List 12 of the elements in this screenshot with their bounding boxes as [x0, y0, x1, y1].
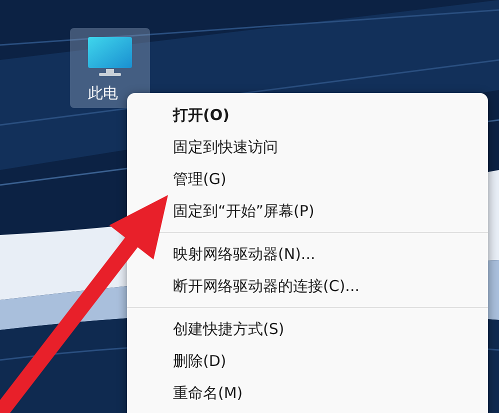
monitor-icon: [87, 36, 133, 78]
desktop-shortcut[interactable]: 此电: [70, 28, 150, 108]
menu-item[interactable]: 重命名(M): [173, 377, 243, 409]
menu-item[interactable]: 断开网络驱动器的连接(C)...: [173, 270, 360, 302]
menu-item[interactable]: 管理(G): [173, 163, 226, 195]
shortcut-label: 此电: [88, 84, 118, 103]
menu-item[interactable]: 固定到“开始”屏幕(P): [173, 195, 314, 227]
menu-item[interactable]: 映射网络驱动器(N)...: [173, 238, 316, 270]
menu-item[interactable]: 创建快捷方式(S): [173, 313, 284, 345]
menu-item[interactable]: 固定到快速访问: [173, 131, 278, 163]
menu-item[interactable]: 打开(O): [173, 99, 230, 131]
menu-item[interactable]: 删除(D): [173, 345, 226, 377]
